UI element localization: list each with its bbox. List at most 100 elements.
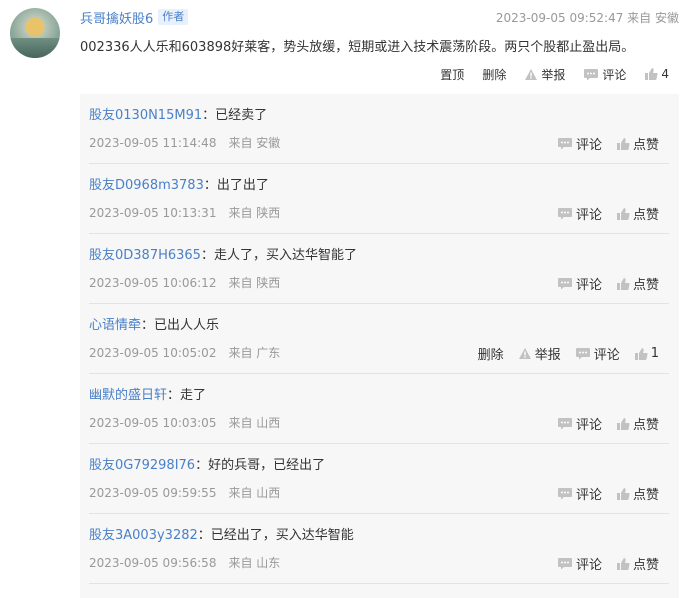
reply-location: 来自 广东 — [228, 346, 281, 360]
reply-comment-label: 评论 — [575, 208, 602, 223]
reply-user[interactable]: 心语情牵 — [89, 318, 141, 333]
reply-like-button[interactable]: 点赞 — [616, 134, 659, 153]
reply-actions: 评论 点赞 — [543, 274, 659, 293]
reply-like-label: 点赞 — [632, 418, 659, 433]
reply-item: 股友0130N15M91：已经卖了 2023-09-05 11:14:48 来自 … — [89, 94, 669, 164]
comment-icon — [557, 137, 573, 150]
reply-comment-button[interactable]: 评论 — [557, 554, 602, 573]
reply-comment-label: 评论 — [575, 558, 602, 573]
reply-like-button[interactable]: 点赞 — [616, 274, 659, 293]
thumbs-up-icon — [616, 417, 630, 431]
report-label: 举报 — [541, 67, 566, 82]
reply-comment-button[interactable]: 评论 — [557, 274, 602, 293]
author-name[interactable]: 兵哥擒妖股6 — [80, 8, 153, 27]
reply-comment-label: 评论 — [575, 418, 602, 433]
comment-icon — [557, 487, 573, 500]
reply-like-count: 1 — [650, 346, 659, 361]
thumbs-up-icon — [644, 67, 658, 81]
pin-button[interactable]: 置顶 — [440, 66, 464, 83]
reply-user[interactable]: 股友0D387H6365 — [89, 248, 201, 263]
reply-user[interactable]: 股友3A003y3282 — [89, 528, 198, 543]
reply-location: 来自 陕西 — [228, 206, 281, 220]
reply-text: ：已经卖了 — [202, 108, 268, 123]
reply-actions: 评论 点赞 — [543, 554, 659, 573]
reply-like-button[interactable]: 点赞 — [616, 204, 659, 223]
thumbs-up-icon — [634, 347, 648, 361]
reply-comment-button[interactable]: 评论 — [557, 204, 602, 223]
report-button[interactable]: 举报 — [524, 66, 565, 83]
thumbs-up-icon — [616, 487, 630, 501]
reply-line: 幽默的盛日轩：走了 — [89, 384, 206, 403]
reply-item: 股友0G79298I76：好的兵哥，已经出了 2023-09-05 09:59:… — [89, 444, 669, 514]
reply-actions: 评论 点赞 — [543, 484, 659, 503]
reply-text: ：好的兵哥，已经出了 — [195, 458, 326, 473]
reply-user[interactable]: 股友0G79298I76 — [89, 458, 195, 473]
like-button[interactable]: 4 — [644, 67, 669, 81]
post-header: 兵哥擒妖股6 作者 2023-09-05 09:52:47 来自 安徽 — [80, 6, 679, 28]
reply-time: 2023-09-05 10:13:31 — [89, 206, 217, 220]
reply-line: 股友D0968m3783：出了出了 — [89, 174, 269, 193]
warning-icon — [524, 68, 538, 81]
reply-list: 股友0130N15M91：已经卖了 2023-09-05 11:14:48 来自 … — [80, 94, 679, 598]
reply-like-button[interactable]: 点赞 — [616, 484, 659, 503]
reply-meta: 2023-09-05 10:13:31 来自 陕西 — [89, 204, 280, 221]
reply-item: 心语情牵：已出人人乐 2023-09-05 10:05:02 来自 广东 删除 举… — [89, 304, 669, 374]
reply-line: 心语情牵：已出人人乐 — [89, 314, 219, 333]
reply-like-label: 点赞 — [632, 138, 659, 153]
comment-icon — [557, 207, 573, 220]
reply-comment-button[interactable]: 评论 — [557, 134, 602, 153]
reply-like-button[interactable]: 点赞 — [616, 554, 659, 573]
reply-line: 股友3A003y3282：已经出了，买入达华智能 — [89, 524, 354, 543]
like-count: 4 — [661, 67, 669, 81]
reply-user[interactable]: 股友D0968m3783 — [89, 178, 204, 193]
reply-like-label: 点赞 — [632, 208, 659, 223]
comment-icon — [557, 557, 573, 570]
reply-time: 2023-09-05 10:06:12 — [89, 276, 217, 290]
reply-comment-label: 评论 — [593, 348, 620, 363]
reply-time: 2023-09-05 10:05:02 — [89, 346, 217, 360]
comment-icon — [575, 347, 591, 360]
reply-location: 来自 山西 — [228, 416, 281, 430]
reply-comment-button[interactable]: 评论 — [557, 484, 602, 503]
reply-time: 2023-09-05 11:14:48 — [89, 136, 217, 150]
reply-text: ：走人了，买入达华智能了 — [200, 248, 357, 263]
author-badge: 作者 — [158, 9, 189, 25]
warning-icon — [518, 347, 532, 360]
post-meta: 2023-09-05 09:52:47 来自 安徽 — [496, 9, 679, 26]
reply-text: ：已经出了，买入达华智能 — [197, 528, 354, 543]
reply-report-label: 举报 — [534, 348, 561, 363]
reply-comment-button[interactable]: 评论 — [557, 414, 602, 433]
post-time: 2023-09-05 09:52:47 — [495, 10, 624, 25]
reply-delete-button[interactable]: 删除 — [478, 344, 504, 363]
reply-actions: 删除 举报 评论 1 — [464, 344, 659, 363]
reply-report-button[interactable]: 举报 — [518, 344, 561, 363]
author-avatar[interactable] — [10, 8, 60, 58]
delete-button[interactable]: 删除 — [482, 66, 506, 83]
thumbs-up-icon — [616, 207, 630, 221]
reply-text: ：已出人人乐 — [141, 318, 220, 333]
reply-user[interactable]: 幽默的盛日轩 — [89, 388, 167, 403]
comment-icon — [557, 277, 573, 290]
reply-comment-label: 评论 — [575, 278, 602, 293]
reply-location: 来自 山东 — [228, 556, 281, 570]
post-content: 002336人人乐和603898好莱客，势头放缓，短期或进入技术震荡阶段。两只个… — [80, 40, 635, 55]
reply-time: 2023-09-05 10:03:05 — [89, 416, 217, 430]
reply-comment-label: 评论 — [575, 488, 602, 503]
comment-button[interactable]: 评论 — [583, 66, 626, 83]
reply-item: 股友3A003y3282：已经出了，买入达华智能 2023-09-05 09:5… — [89, 514, 669, 584]
reply-like-button[interactable]: 1 — [634, 346, 659, 361]
reply-item: 幽默的盛日轩：走了 2023-09-05 10:03:05 来自 山西 评论 点赞 — [89, 374, 669, 444]
comment-icon — [583, 68, 599, 81]
reply-meta: 2023-09-05 10:06:12 来自 陕西 — [89, 274, 280, 291]
reply-user[interactable]: 股友0130N15M91 — [89, 108, 202, 123]
reply-text: ：走了 — [167, 388, 207, 403]
reply-line: 股友0G79298I76：好的兵哥，已经出了 — [89, 454, 325, 473]
thumbs-up-icon — [616, 277, 630, 291]
reply-time: 2023-09-05 09:59:55 — [89, 486, 217, 500]
reply-meta: 2023-09-05 10:03:05 来自 山西 — [89, 414, 280, 431]
reply-comment-button[interactable]: 评论 — [575, 344, 620, 363]
reply-time: 2023-09-05 09:56:58 — [89, 556, 217, 570]
reply-meta: 2023-09-05 09:59:55 来自 山西 — [89, 484, 280, 501]
reply-like-button[interactable]: 点赞 — [616, 414, 659, 433]
reply-actions: 评论 点赞 — [543, 204, 659, 223]
